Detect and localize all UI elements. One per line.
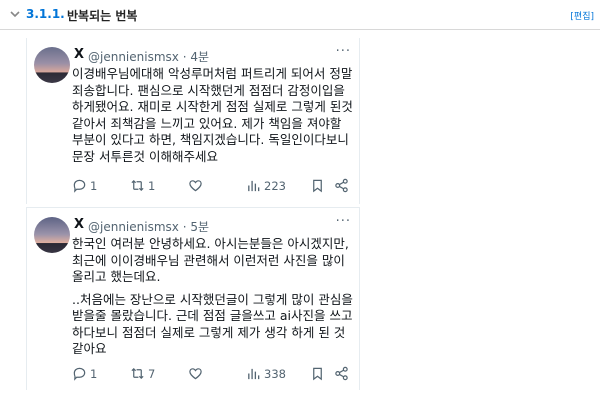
retweet-button[interactable]: 1 [130,178,155,193]
tweet-card[interactable]: X @jennienismsx · 4분 ··· 이경배우님에대해 악성루머처럼… [26,38,360,204]
tweet-card[interactable]: X @jennienismsx · 5분 ··· 한국인 여러분 안녕하세요. … [26,207,360,390]
display-name[interactable]: X [74,217,84,232]
avatar[interactable] [34,217,70,253]
retweet-icon [131,179,144,192]
more-options-icon[interactable]: ··· [336,214,351,229]
retweet-count: 1 [148,178,156,193]
like-button[interactable] [188,178,206,193]
handle-and-time[interactable]: @jennienismsx · 4분 [88,48,209,65]
bookmark-button[interactable] [310,178,328,193]
chevron-down-icon[interactable] [8,7,22,21]
tweet-text: 한국인 여러분 안녕하세요. 아시는분들은 아시겠지만, 최근에 이이경배우님 … [72,236,357,364]
bookmark-icon [313,367,322,381]
share-button[interactable] [334,178,352,193]
share-icon [335,366,348,381]
share-icon [335,178,348,193]
reply-icon [73,179,86,193]
views-button[interactable]: 223 [246,178,286,193]
like-button[interactable] [188,366,206,381]
tweet-paragraph: 한국인 여러분 안녕하세요. 아시는분들은 아시겠지만, 최근에 이이경배우님 … [72,236,349,284]
view-count: 223 [264,178,286,193]
tweet-paragraph: ..처음에는 장난으로 시작했던글이 그렇게 많이 관심을 받을줄 몰랐습니다.… [72,291,353,357]
tweet-text: 이경배우님에대해 악성루머처럼 퍼트리게 되어서 정말 죄송합니다. 팬심으로 … [72,66,357,171]
retweet-count: 7 [148,366,156,381]
avatar[interactable] [34,47,70,83]
reply-count: 1 [90,366,98,381]
heart-icon [189,180,202,192]
retweet-button[interactable]: 7 [130,366,155,381]
bookmark-button[interactable] [310,366,328,381]
bookmark-icon [313,179,322,193]
reply-button[interactable]: 1 [72,366,97,381]
tweet-actions: 1 7 338 [72,366,353,384]
display-name[interactable]: X [74,47,84,62]
reply-button[interactable]: 1 [72,178,97,193]
tweet-paragraph: 이경배우님에대해 악성루머처럼 퍼트리게 되어서 정말 죄송합니다. 팬심으로 … [72,66,353,164]
reply-count: 1 [90,178,98,193]
heart-icon [189,368,202,380]
retweet-icon [131,367,144,380]
views-chart-icon [248,368,260,380]
share-button[interactable] [334,366,352,381]
edit-link[interactable]: [편집] [570,9,594,22]
section-title: 반복되는 번복 [67,9,138,23]
tweet-actions: 1 1 223 [72,178,353,196]
views-button[interactable]: 338 [246,366,286,381]
more-options-icon[interactable]: ··· [336,44,351,59]
reply-icon [73,367,86,381]
views-chart-icon [248,180,260,192]
handle-and-time[interactable]: @jennienismsx · 5분 [88,218,209,235]
view-count: 338 [264,366,286,381]
section-number[interactable]: 3.1.1. [26,7,65,21]
section-header: 3.1.1. 반복되는 번복 [편집] [0,0,600,30]
